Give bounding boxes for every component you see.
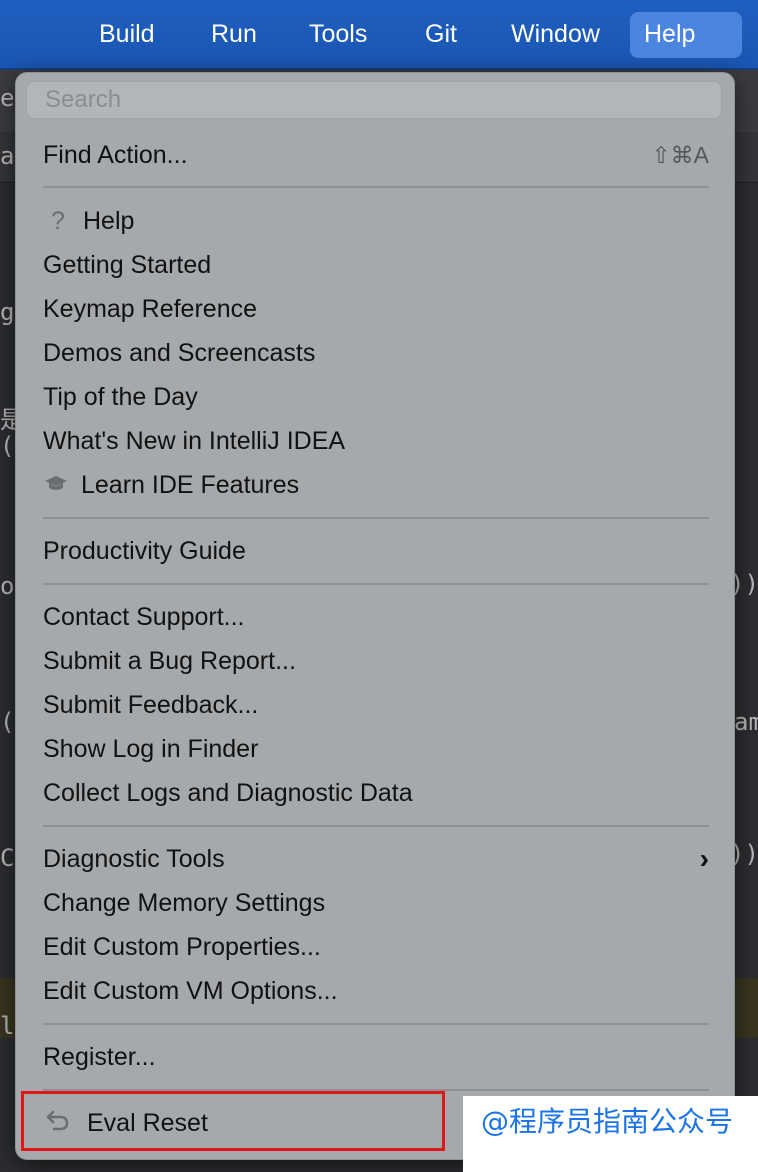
menu-item-productivity-guide[interactable]: Productivity Guide xyxy=(43,530,709,572)
annotation-highlight-box xyxy=(21,1091,445,1151)
menu-item-help[interactable]: ? Help xyxy=(43,200,709,242)
menu-build[interactable]: Build xyxy=(85,12,169,58)
menu-separator xyxy=(43,1023,709,1025)
menu-help[interactable]: Help xyxy=(630,12,742,58)
graduation-cap-icon xyxy=(43,464,69,506)
menu-item-submit-feedback[interactable]: Submit Feedback... xyxy=(43,684,709,726)
ide-text-fragment: am xyxy=(734,708,758,736)
menu-git[interactable]: Git xyxy=(411,12,471,58)
menu-item-tip-of-the-day[interactable]: Tip of the Day xyxy=(43,376,709,418)
menu-item-label: Find Action... xyxy=(43,141,188,169)
menu-item-label: Learn IDE Features xyxy=(81,471,300,499)
menu-item-contact-support[interactable]: Contact Support... xyxy=(43,596,709,638)
menu-item-edit-custom-properties[interactable]: Edit Custom Properties... xyxy=(43,926,709,968)
menu-window[interactable]: Window xyxy=(497,12,614,58)
menu-item-edit-vm-options[interactable]: Edit Custom VM Options... xyxy=(43,970,709,1012)
menu-tools[interactable]: Tools xyxy=(295,12,381,58)
menu-separator xyxy=(43,583,709,585)
menu-separator xyxy=(43,825,709,827)
menu-item-learn-ide-features[interactable]: Learn IDE Features xyxy=(43,464,709,506)
ide-text-fragment: a xyxy=(0,142,15,170)
chevron-right-icon: › xyxy=(699,843,709,874)
menu-item-change-memory[interactable]: Change Memory Settings xyxy=(43,882,709,924)
menu-item-submit-bug-report[interactable]: Submit a Bug Report... xyxy=(43,640,709,682)
menu-search-box xyxy=(26,81,722,119)
menu-item-keymap-reference[interactable]: Keymap Reference xyxy=(43,288,709,330)
menu-item-whats-new[interactable]: What's New in IntelliJ IDEA xyxy=(43,420,709,462)
menu-separator xyxy=(43,186,709,188)
menu-item-find-action[interactable]: Find Action... ⇧⌘A xyxy=(43,134,709,176)
menu-search-input[interactable] xyxy=(27,82,721,118)
macos-menu-bar: Build Run Tools Git Window Help xyxy=(0,0,758,70)
menu-item-collect-logs[interactable]: Collect Logs and Diagnostic Data xyxy=(43,772,709,814)
keyboard-shortcut: ⇧⌘A xyxy=(651,142,709,168)
menu-item-register[interactable]: Register... xyxy=(43,1036,709,1078)
question-icon: ? xyxy=(51,207,65,235)
menu-item-diagnostic-tools[interactable]: Diagnostic Tools › xyxy=(43,838,709,880)
menu-separator xyxy=(43,517,709,519)
menu-item-show-log[interactable]: Show Log in Finder xyxy=(43,728,709,770)
help-menu-dropdown: Find Action... ⇧⌘A ? Help Getting Started… xyxy=(15,72,735,1160)
watermark: @程序员指南公众号 xyxy=(463,1096,758,1172)
watermark-text: @程序员指南公众号 xyxy=(481,1105,734,1138)
menu-item-demos[interactable]: Demos and Screencasts xyxy=(43,332,709,374)
menu-item-label: Diagnostic Tools xyxy=(43,845,225,873)
menu-item-label: Help xyxy=(83,207,135,235)
menu-run[interactable]: Run xyxy=(197,12,271,58)
menu-item-getting-started[interactable]: Getting Started xyxy=(43,244,709,286)
